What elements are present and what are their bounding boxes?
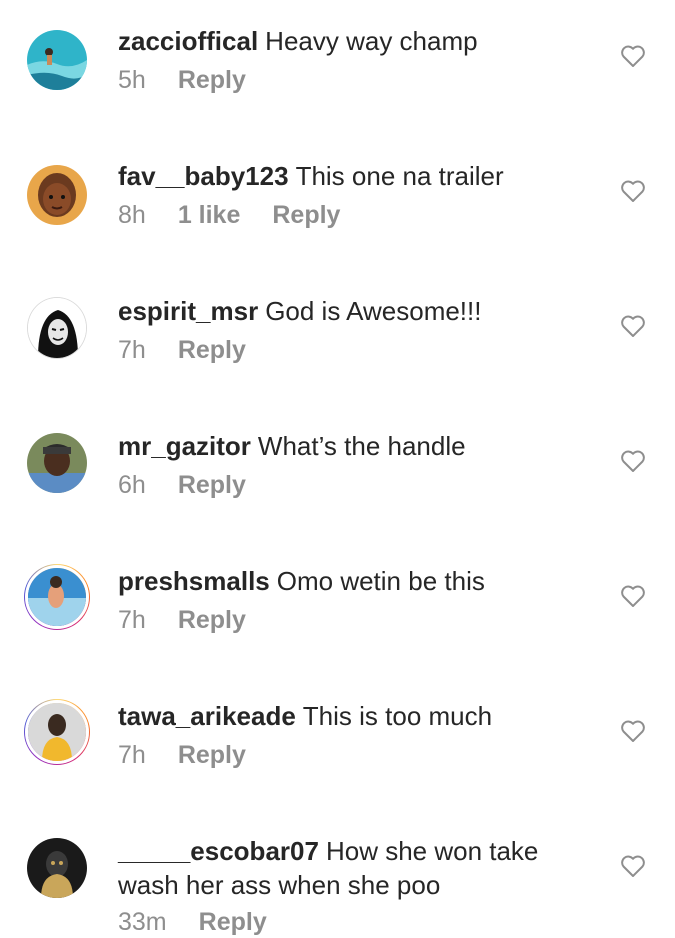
- avatar[interactable]: [27, 838, 87, 898]
- comment-username[interactable]: _____escobar07: [118, 836, 319, 866]
- comment-meta: 8h 1 like Reply: [118, 201, 340, 230]
- comment-text: Omo wetin be this: [276, 566, 485, 596]
- comment-username[interactable]: mr_gazitor: [118, 431, 251, 461]
- reply-button[interactable]: Reply: [199, 908, 267, 937]
- comment-username[interactable]: zaccioffical: [118, 26, 258, 56]
- comment-username[interactable]: preshsmalls: [118, 566, 270, 596]
- comment-text: What’s the handle: [257, 431, 466, 461]
- comment-meta: 7h Reply: [118, 606, 246, 635]
- comment-text-block: zaccioffical Heavy way champ: [118, 24, 598, 58]
- reply-button[interactable]: Reply: [178, 606, 246, 635]
- avatar-image: [27, 165, 87, 225]
- avatar-image: [27, 30, 87, 90]
- reply-button[interactable]: Reply: [272, 201, 340, 230]
- comment-username[interactable]: tawa_arikeade: [118, 701, 296, 731]
- comment-text: God is Awesome!!!: [265, 296, 482, 326]
- comment-meta: 7h Reply: [118, 741, 246, 770]
- comment-username[interactable]: espirit_msr: [118, 296, 258, 326]
- comment-meta: 6h Reply: [118, 471, 246, 500]
- comment-time: 5h: [118, 66, 146, 94]
- comment-text: This one na trailer: [295, 161, 504, 191]
- avatar[interactable]: [27, 297, 87, 359]
- reply-button[interactable]: Reply: [178, 66, 246, 95]
- like-heart-icon[interactable]: [620, 44, 646, 68]
- avatar-image: [28, 568, 86, 626]
- comment-time: 8h: [118, 201, 146, 229]
- like-heart-icon[interactable]: [620, 449, 646, 473]
- comment-text: This is too much: [302, 701, 493, 731]
- comment-text: Heavy way champ: [265, 26, 478, 56]
- avatar[interactable]: [27, 30, 87, 90]
- comment-time: 7h: [118, 606, 146, 634]
- like-heart-icon[interactable]: [620, 854, 646, 878]
- comment-text-block: mr_gazitor What’s the handle: [118, 429, 598, 463]
- like-heart-icon[interactable]: [620, 314, 646, 338]
- comment-meta: 33m Reply: [118, 908, 267, 937]
- avatar-story-ring[interactable]: [24, 564, 90, 630]
- comment-text-block: tawa_arikeade This is too much: [118, 699, 598, 733]
- comment-text-block: preshsmalls Omo wetin be this: [118, 564, 598, 598]
- reply-button[interactable]: Reply: [178, 336, 246, 365]
- avatar-image: [27, 433, 87, 493]
- avatar-story-ring[interactable]: [24, 699, 90, 765]
- comment-text-block: espirit_msr God is Awesome!!!: [118, 294, 598, 328]
- avatar[interactable]: [27, 165, 87, 225]
- comment-meta: 5h Reply: [118, 66, 246, 95]
- comment-time: 6h: [118, 471, 146, 499]
- avatar-image: [28, 298, 86, 358]
- reply-button[interactable]: Reply: [178, 741, 246, 770]
- like-count[interactable]: 1 like: [178, 201, 241, 230]
- avatar-image: [28, 703, 86, 761]
- comment-time: 33m: [118, 908, 167, 936]
- comment-meta: 7h Reply: [118, 336, 246, 365]
- like-heart-icon[interactable]: [620, 584, 646, 608]
- comment-text-block: fav__baby123 This one na trailer: [118, 159, 598, 193]
- like-heart-icon[interactable]: [620, 719, 646, 743]
- comment-text-block: _____escobar07 How she won take wash her …: [118, 834, 598, 902]
- comment-time: 7h: [118, 741, 146, 769]
- reply-button[interactable]: Reply: [178, 471, 246, 500]
- comment-time: 7h: [118, 336, 146, 364]
- avatar-image: [27, 838, 87, 898]
- avatar[interactable]: [27, 433, 87, 493]
- comment-username[interactable]: fav__baby123: [118, 161, 289, 191]
- like-heart-icon[interactable]: [620, 179, 646, 203]
